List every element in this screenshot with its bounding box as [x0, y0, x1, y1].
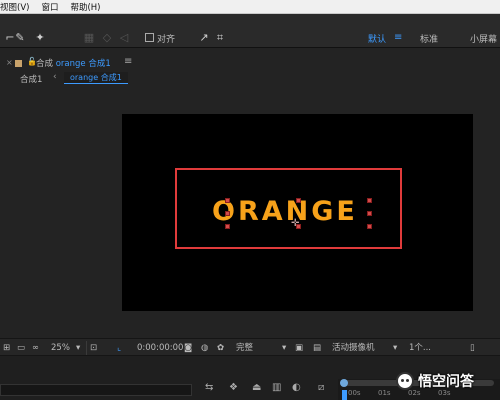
workspace-menu-icon[interactable]: ≡	[394, 32, 402, 43]
breadcrumb-active[interactable]: orange 合成1	[64, 72, 128, 84]
watermark: 悟空问答	[396, 370, 474, 392]
workspace-default[interactable]: 默认	[368, 32, 386, 45]
close-icon[interactable]: ×	[6, 58, 13, 67]
anchor-point-icon[interactable]: ✛	[291, 219, 301, 229]
camera-snapshot-icon[interactable]: ◙	[184, 342, 192, 354]
show-snapshot-icon[interactable]: ◍	[201, 342, 208, 354]
clone-tool-icon[interactable]: ◁	[117, 31, 131, 45]
menu-help[interactable]: 帮助(H)	[64, 1, 106, 13]
chevron-down-icon: ▾	[393, 343, 398, 353]
snap-checkbox[interactable]	[145, 33, 154, 42]
transform-handle[interactable]	[367, 198, 372, 203]
timecode-display[interactable]: 0:00:00:00	[137, 342, 183, 354]
snap-features-icon[interactable]: ⌗	[213, 31, 227, 45]
resolution-select[interactable]: 完整	[236, 342, 253, 354]
comp-color-swatch	[15, 60, 22, 67]
ruler-label: 01s	[378, 389, 391, 397]
brush-tool-icon[interactable]: ✎	[13, 31, 27, 45]
workspace-standard[interactable]: 标准	[420, 32, 438, 45]
panel-menu-icon[interactable]: ≡	[124, 56, 132, 67]
breadcrumb: 合成1 ‹ orange 合成1	[0, 70, 500, 85]
puppet-pin-tool-icon[interactable]: ✦	[33, 31, 47, 45]
comp-flowchart-icon[interactable]: ⇆	[205, 382, 213, 394]
always-preview-icon[interactable]: ⊞	[3, 342, 10, 354]
mask-visibility-icon[interactable]: ∞	[32, 342, 39, 354]
transform-handle[interactable]	[367, 224, 372, 229]
zoom-select[interactable]: 25%	[51, 342, 70, 354]
frame-blending-icon[interactable]: ▥	[272, 382, 281, 394]
pixel-aspect-icon[interactable]: ▯	[470, 342, 475, 354]
comp-tab-prefix: 合成	[36, 59, 54, 69]
motion-blur-icon[interactable]: ◐	[292, 382, 301, 394]
grid-icon[interactable]: ⊡	[90, 342, 97, 354]
snap-edge-icon[interactable]: ↗	[197, 31, 211, 45]
transform-handle[interactable]	[225, 211, 230, 216]
chevron-down-icon: ▾	[282, 343, 287, 353]
orange-text-layer[interactable]: ORANGE	[212, 196, 358, 228]
ruler-label: 00s	[348, 389, 361, 397]
toolbar: ⌐ ✎ ✦ ▦ ◇ ◁ 对齐 ↗ ⌗ 默认 ≡ 标准 小屏幕	[0, 14, 500, 48]
shy-layers-icon[interactable]: ⏏	[252, 382, 261, 394]
time-navigator-handle[interactable]	[340, 379, 348, 387]
eraser-tool-icon[interactable]: ◇	[100, 31, 114, 45]
chevron-down-icon: ▾	[76, 343, 81, 353]
region-of-interest-icon[interactable]: ⌞	[117, 342, 121, 354]
workspace-small-screen[interactable]: 小屏幕	[470, 32, 497, 45]
layer-search-input[interactable]	[0, 384, 192, 396]
transparency-grid-icon[interactable]: ▣	[295, 342, 303, 354]
graph-editor-icon[interactable]: ⧄	[318, 382, 324, 394]
comp-tab-row: × 🔓 合成 orange 合成1 ≡	[0, 52, 500, 69]
3d-view-icon[interactable]: ▤	[313, 342, 321, 354]
menu-view[interactable]: 视图(V)	[0, 1, 35, 13]
comp-tab-name: orange 合成1	[55, 59, 111, 69]
transform-handle[interactable]	[225, 198, 230, 203]
viewer-controls: ⊞ ▭ ∞ 25% ▾ ⊡ ⌞ 0:00:00:00 ◙ ◍ ✿ 完整 ▾ ▣ …	[0, 338, 500, 356]
draft-3d-icon[interactable]: ❖	[229, 382, 238, 394]
menubar: 视图(V) 窗口 帮助(H)	[0, 0, 500, 14]
playhead[interactable]	[342, 390, 347, 400]
wukong-logo-icon	[396, 372, 414, 390]
roto-tool-icon[interactable]: ▦	[82, 31, 96, 45]
views-select[interactable]: 1个...	[409, 342, 431, 354]
transform-handle[interactable]	[296, 198, 301, 203]
watermark-text: 悟空问答	[418, 374, 474, 390]
divider	[86, 341, 87, 355]
transform-handle[interactable]	[367, 211, 372, 216]
comp-tab[interactable]: 合成 orange 合成1	[36, 57, 111, 69]
chevron-left-icon: ‹	[53, 72, 57, 82]
transform-handle[interactable]	[225, 224, 230, 229]
color-channel-icon[interactable]: ✿	[217, 342, 224, 354]
menu-window[interactable]: 窗口	[35, 1, 64, 13]
snap-label: 对齐	[157, 35, 176, 45]
breadcrumb-parent[interactable]: 合成1	[20, 73, 42, 85]
camera-select[interactable]: 活动摄像机	[332, 342, 375, 354]
monitor-icon[interactable]: ▭	[17, 342, 25, 354]
